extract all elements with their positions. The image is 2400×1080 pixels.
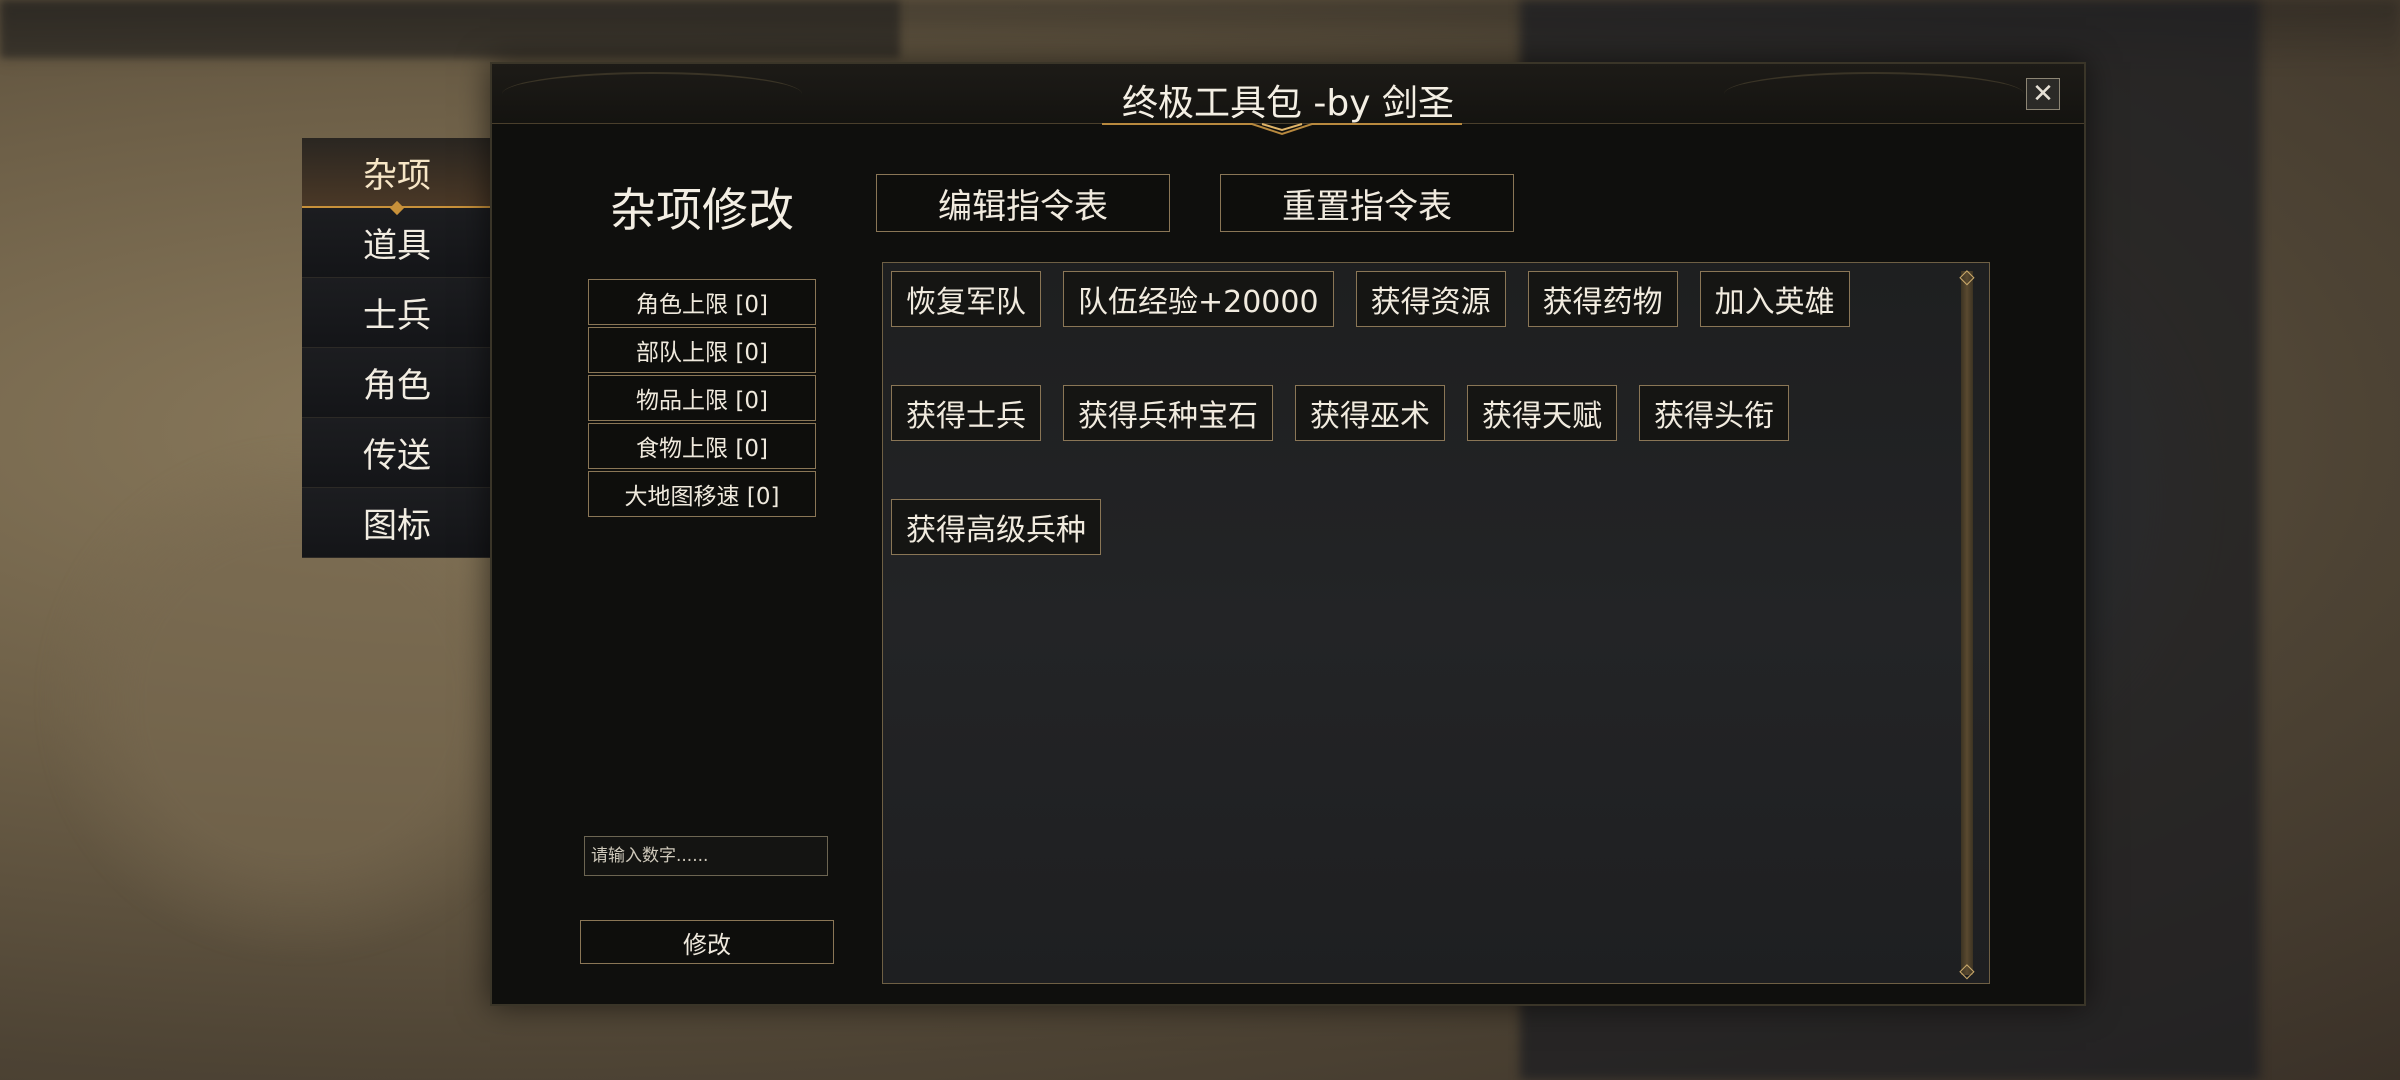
cmd-get-soldiers[interactable]: 获得士兵: [891, 385, 1041, 441]
game-top-bar: [0, 0, 900, 58]
window-title: 终极工具包 -by 剑圣: [1121, 83, 1455, 124]
stat-map-move-speed[interactable]: 大地图移速 [0]: [588, 471, 816, 517]
command-panel-scrollbar[interactable]: ◇ ◇: [1959, 265, 1974, 981]
cmd-get-sorcery[interactable]: 获得巫术: [1295, 385, 1445, 441]
cmd-get-medicine[interactable]: 获得药物: [1527, 271, 1678, 327]
stat-item-limit[interactable]: 物品上限 [0]: [588, 375, 816, 421]
command-grid: 恢复军队 队伍经验+20000 获得资源 获得药物 加入英雄 获得士兵 获得兵种…: [891, 271, 1941, 555]
nav-item-label: 道具: [363, 226, 431, 266]
title-underline-ornament: [1102, 123, 1462, 136]
cmd-add-hero[interactable]: 加入英雄: [1699, 271, 1850, 327]
nav-item-teleport[interactable]: 传送: [302, 418, 492, 488]
close-button[interactable]: ✕: [2026, 78, 2060, 110]
edit-command-table-button[interactable]: 编辑指令表: [876, 174, 1170, 232]
nav-item-soldiers[interactable]: 士兵: [302, 278, 492, 348]
reset-command-table-button[interactable]: 重置指令表: [1220, 174, 1514, 232]
toolkit-window: 终极工具包 -by 剑圣 ✕ 杂项修改 编辑指令表 重置指令表 角色上限 [0]…: [490, 62, 2086, 1006]
section-title: 杂项修改: [610, 183, 794, 237]
modify-button[interactable]: 修改: [580, 920, 834, 964]
command-panel: 恢复军队 队伍经验+20000 获得资源 获得药物 加入英雄 获得士兵 获得兵种…: [882, 262, 1990, 984]
cmd-get-unit-gems[interactable]: 获得兵种宝石: [1063, 385, 1273, 441]
nav-item-label: 士兵: [363, 296, 431, 336]
category-nav: 杂项 道具 士兵 角色 传送 图标: [302, 138, 492, 558]
nav-item-icons[interactable]: 图标: [302, 488, 492, 558]
nav-item-items[interactable]: 道具: [302, 208, 492, 278]
diamond-icon: ◇: [1959, 264, 1975, 288]
stat-troop-limit[interactable]: 部队上限 [0]: [588, 327, 816, 373]
cmd-restore-army[interactable]: 恢复军队: [891, 271, 1041, 327]
title-bar[interactable]: 终极工具包 -by 剑圣 ✕: [492, 64, 2084, 136]
nav-item-label: 传送: [363, 436, 431, 476]
nav-item-label: 图标: [363, 506, 431, 546]
stat-character-limit[interactable]: 角色上限 [0]: [588, 279, 816, 325]
cmd-get-advanced-units[interactable]: 获得高级兵种: [891, 499, 1101, 555]
cmd-get-resources[interactable]: 获得资源: [1355, 271, 1506, 327]
close-icon: ✕: [2032, 79, 2054, 109]
stat-limit-list: 角色上限 [0] 部队上限 [0] 物品上限 [0] 食物上限 [0] 大地图移…: [588, 279, 816, 517]
nav-item-label: 杂项: [363, 155, 431, 196]
stat-food-limit[interactable]: 食物上限 [0]: [588, 423, 816, 469]
nav-item-characters[interactable]: 角色: [302, 348, 492, 418]
cmd-get-title[interactable]: 获得头衔: [1639, 385, 1789, 441]
cmd-team-exp[interactable]: 队伍经验+20000: [1063, 271, 1334, 327]
nav-item-misc[interactable]: 杂项: [302, 138, 492, 208]
number-input[interactable]: [584, 836, 828, 876]
nav-item-label: 角色: [363, 366, 431, 406]
cmd-get-talent[interactable]: 获得天赋: [1467, 385, 1617, 441]
diamond-icon: ◇: [1959, 958, 1975, 982]
